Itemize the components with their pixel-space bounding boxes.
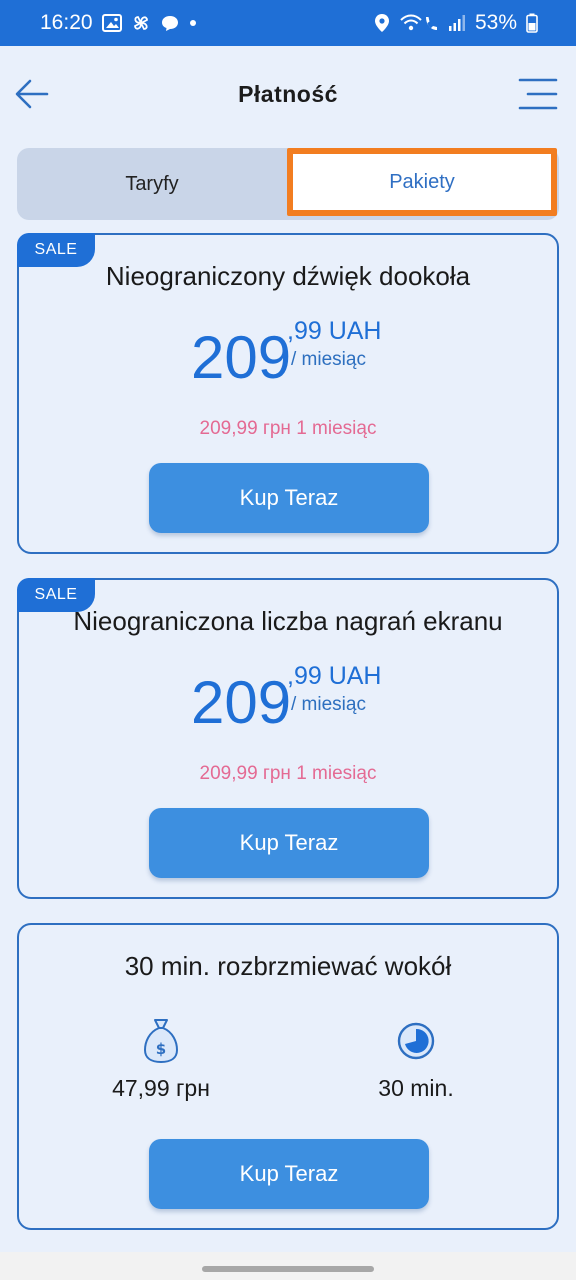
price-stat: $ 47,99 грн (61, 1017, 261, 1102)
home-indicator[interactable] (202, 1266, 374, 1272)
svg-text:$: $ (156, 1040, 166, 1058)
plan-tabs: Taryfy Pakiety (17, 148, 559, 220)
dot-icon (189, 19, 197, 27)
price-main: 209 (191, 669, 292, 736)
battery-level: 53% (474, 11, 517, 34)
tab-taryfy[interactable]: Taryfy (17, 148, 287, 220)
page-title: Płatność (238, 80, 338, 107)
wifi-call-icon (399, 13, 439, 33)
price-period: / miesiąc (291, 694, 366, 715)
location-icon (374, 13, 390, 33)
menu-button[interactable] (518, 76, 558, 112)
tab-pakiety[interactable]: Pakiety (286, 148, 557, 216)
menu-icon (518, 78, 558, 110)
package-title: Nieograniczony dźwięk dookoła (105, 261, 471, 291)
price-main: 209 (191, 324, 292, 391)
buy-now-button[interactable]: Kup Teraz (149, 1139, 429, 1209)
price: 209 ,99 UAH / miesiąc (19, 317, 557, 393)
price-cents: ,99 UAH (287, 662, 382, 690)
package-title: Nieograniczona liczba nagrań ekranu (73, 606, 503, 636)
price-note: 209,99 грн 1 miesiąc (199, 763, 377, 784)
buy-now-button[interactable]: Kup Teraz (149, 808, 429, 878)
chat-icon (160, 14, 180, 32)
arrow-left-icon (15, 79, 49, 109)
price-note: 209,99 грн 1 miesiąc (199, 418, 377, 439)
price-period: / miesiąc (291, 349, 366, 370)
buy-now-button[interactable]: Kup Teraz (149, 463, 429, 533)
gallery-icon (101, 14, 122, 32)
status-time: 16:20 (40, 11, 93, 34)
signal-icon (448, 14, 466, 32)
price: 209 ,99 UAH / miesiąc (19, 662, 557, 738)
price-value: 47,99 грн (112, 1075, 210, 1101)
package-card-30-min: 30 min. rozbrzmiewać wokół $ 47,99 грн 3… (17, 923, 559, 1230)
package-card-screen-recording: SALE Nieograniczona liczba nagrań ekranu… (17, 578, 559, 899)
price-cents: ,99 UAH (287, 317, 382, 345)
package-card-surround-sound: SALE Nieograniczony dźwięk dookoła 209 ,… (17, 233, 559, 554)
package-title: 30 min. rozbrzmiewać wokół (124, 951, 452, 981)
pinwheel-icon (131, 13, 151, 33)
back-button[interactable] (12, 74, 52, 114)
app-header: Płatność (0, 46, 576, 142)
status-bar: 16:20 53% (0, 0, 576, 46)
clock-icon (316, 1017, 516, 1065)
duration-stat: 30 min. (316, 1017, 516, 1102)
duration-value: 30 min. (378, 1075, 454, 1101)
money-bag-icon: $ (61, 1017, 261, 1065)
battery-icon (526, 13, 538, 33)
